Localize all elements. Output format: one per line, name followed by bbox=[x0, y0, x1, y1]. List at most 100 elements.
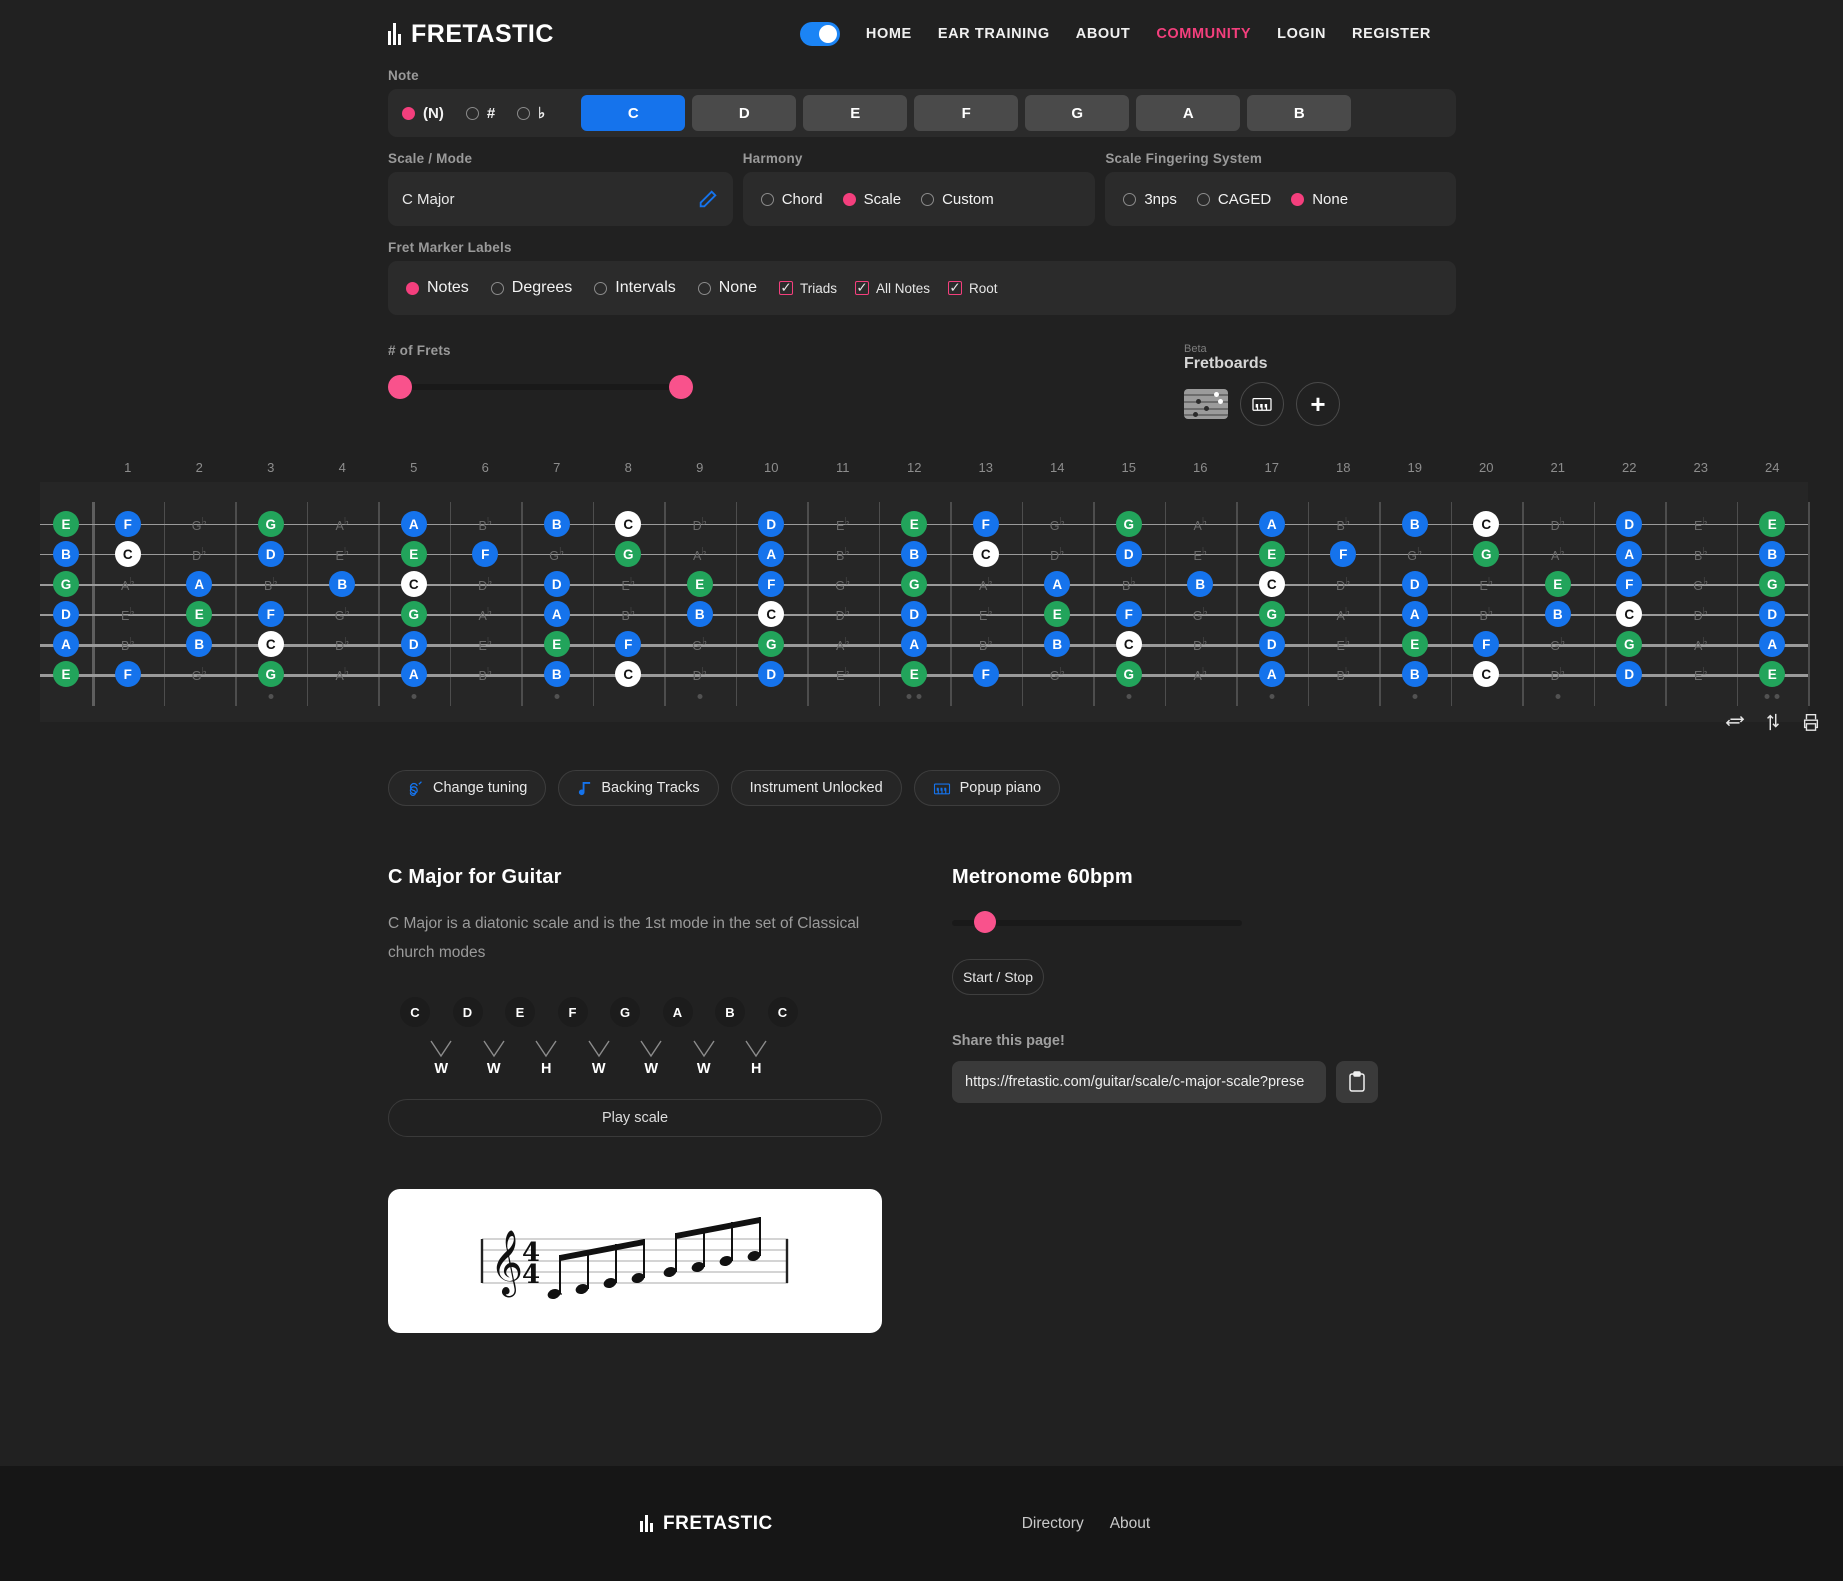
fret-note-ghost[interactable]: A♭ bbox=[693, 545, 707, 563]
open-string-marker[interactable]: G bbox=[53, 571, 79, 597]
fret-note-ghost[interactable]: A♭ bbox=[836, 635, 850, 653]
fret-note-marker[interactable]: E bbox=[901, 511, 928, 537]
fret-note-marker[interactable]: E bbox=[400, 541, 427, 567]
fret-note-marker[interactable]: D bbox=[758, 511, 785, 537]
fret-note-marker[interactable]: B bbox=[686, 601, 713, 627]
copy-link-button[interactable] bbox=[1336, 1061, 1378, 1103]
fret-note-marker[interactable]: C bbox=[758, 601, 785, 627]
share-url-input[interactable] bbox=[952, 1061, 1326, 1103]
fret-note-marker[interactable]: F bbox=[257, 601, 284, 627]
fret-note-ghost[interactable]: G♭ bbox=[1693, 575, 1708, 593]
frets-range-slider[interactable] bbox=[388, 374, 693, 400]
fingering-3nps[interactable]: 3nps bbox=[1123, 191, 1177, 208]
footer-link-directory[interactable]: Directory bbox=[1022, 1515, 1084, 1533]
fret-note-marker[interactable]: D bbox=[1115, 541, 1142, 567]
fret-note-marker[interactable]: B bbox=[543, 661, 570, 687]
scale-note[interactable]: E bbox=[505, 997, 535, 1027]
fret-note-marker[interactable]: A bbox=[1616, 541, 1643, 567]
fret-note-marker[interactable]: F bbox=[472, 541, 499, 567]
fret-note-marker[interactable]: A bbox=[758, 541, 785, 567]
fret-note-ghost[interactable]: E♭ bbox=[621, 575, 635, 593]
fret-note-marker[interactable]: C bbox=[1473, 511, 1500, 537]
chip-backing-tracks[interactable]: Backing Tracks bbox=[558, 770, 719, 806]
fret-note-marker[interactable]: G bbox=[1258, 601, 1285, 627]
fret-note-marker[interactable]: C bbox=[1616, 601, 1643, 627]
chip-popup-piano[interactable]: Popup piano bbox=[913, 770, 1061, 806]
open-string-marker[interactable]: E bbox=[53, 511, 79, 537]
fret-note-marker[interactable]: F bbox=[1616, 571, 1643, 597]
fret-note-marker[interactable]: C bbox=[615, 661, 642, 687]
fret-note-marker[interactable]: D bbox=[901, 601, 928, 627]
nav-item-about[interactable]: ABOUT bbox=[1076, 26, 1131, 42]
fret-note-marker[interactable]: F bbox=[758, 571, 785, 597]
fret-note-marker[interactable]: A bbox=[543, 601, 570, 627]
fret-note-ghost[interactable]: G♭ bbox=[692, 635, 707, 653]
slider-knob[interactable] bbox=[974, 911, 996, 933]
fret-note-ghost[interactable]: A♭ bbox=[1193, 515, 1207, 533]
fret-note-marker[interactable]: A bbox=[1401, 601, 1428, 627]
harmony-chord[interactable]: Chord bbox=[760, 191, 823, 208]
nav-item-ear-training[interactable]: EAR TRAINING bbox=[938, 26, 1050, 42]
fret-note-ghost[interactable]: D♭ bbox=[335, 635, 349, 653]
nav-item-home[interactable]: HOME bbox=[866, 26, 912, 42]
note-button-g[interactable]: G bbox=[1025, 95, 1130, 131]
fret-note-marker[interactable]: A bbox=[901, 631, 928, 657]
fret-note-marker[interactable]: C bbox=[400, 571, 427, 597]
fret-note-marker[interactable]: B bbox=[186, 631, 213, 657]
fret-note-ghost[interactable]: B♭ bbox=[121, 635, 135, 653]
fret-note-marker[interactable]: C bbox=[114, 541, 141, 567]
fretboard-thumb-icon[interactable] bbox=[1184, 389, 1228, 419]
fret-note-ghost[interactable]: E♭ bbox=[121, 605, 135, 623]
fret-note-ghost[interactable]: A♭ bbox=[121, 575, 135, 593]
fret-note-marker[interactable]: B bbox=[1187, 571, 1214, 597]
fret-note-ghost[interactable]: D♭ bbox=[693, 665, 707, 683]
fret-note-ghost[interactable]: B♭ bbox=[1694, 545, 1708, 563]
scale-note[interactable]: D bbox=[452, 997, 483, 1027]
scale-note[interactable]: B bbox=[715, 997, 745, 1027]
brand-logo[interactable]: FRETASTIC bbox=[388, 20, 554, 49]
fret-note-ghost[interactable]: A♭ bbox=[335, 515, 349, 533]
fret-note-marker[interactable]: F bbox=[114, 661, 141, 687]
fret-note-marker[interactable]: E bbox=[1401, 631, 1428, 657]
note-button-d[interactable]: D bbox=[692, 95, 797, 131]
fret-note-ghost[interactable]: G♭ bbox=[192, 515, 207, 533]
fret-note-marker[interactable]: G bbox=[1616, 631, 1643, 657]
nav-item-community[interactable]: COMMUNITY bbox=[1156, 26, 1251, 42]
fret-note-marker[interactable]: B bbox=[1544, 601, 1571, 627]
fret-note-ghost[interactable]: G♭ bbox=[549, 545, 564, 563]
note-button-b[interactable]: B bbox=[1247, 95, 1352, 131]
fret-note-ghost[interactable]: B♭ bbox=[1479, 605, 1493, 623]
fret-note-ghost[interactable]: E♭ bbox=[1479, 575, 1493, 593]
metronome-slider[interactable] bbox=[952, 911, 1242, 935]
accidental-natural[interactable]: (N) bbox=[402, 105, 444, 122]
fret-note-ghost[interactable]: A♭ bbox=[1193, 665, 1207, 683]
fret-note-marker[interactable]: A bbox=[400, 511, 427, 537]
fret-note-marker[interactable]: C bbox=[1115, 631, 1142, 657]
fret-note-marker[interactable]: C bbox=[1258, 571, 1285, 597]
fret-note-marker[interactable]: F bbox=[615, 631, 642, 657]
fret-note-marker[interactable]: A bbox=[186, 571, 213, 597]
fret-note-marker[interactable]: E bbox=[1544, 571, 1571, 597]
scale-note[interactable]: G bbox=[610, 997, 640, 1027]
fret-note-ghost[interactable]: G♭ bbox=[835, 575, 850, 593]
fret-note-marker[interactable]: G bbox=[400, 601, 427, 627]
fret-note-marker[interactable]: C bbox=[972, 541, 999, 567]
note-button-c[interactable]: C bbox=[581, 95, 686, 131]
fret-note-marker[interactable]: G bbox=[1115, 511, 1142, 537]
fret-note-ghost[interactable]: D♭ bbox=[1551, 515, 1565, 533]
fret-note-marker[interactable]: G bbox=[257, 661, 284, 687]
fret-note-ghost[interactable]: B♭ bbox=[478, 515, 492, 533]
fret-note-ghost[interactable]: B♭ bbox=[1336, 515, 1350, 533]
fret-note-marker[interactable]: F bbox=[1330, 541, 1357, 567]
fretboard-diagram[interactable]: E F G♭ G A♭ A B♭ B C D♭ D E♭ E F G♭ G A♭ A B♭ B C D♭ D E♭ E B C D♭ D… bbox=[40, 482, 1810, 722]
scale-note[interactable]: C bbox=[767, 997, 798, 1027]
theme-toggle[interactable] bbox=[799, 22, 840, 46]
fret-note-marker[interactable]: G bbox=[758, 631, 785, 657]
open-string-marker[interactable]: D bbox=[53, 601, 79, 627]
play-scale-button[interactable]: Play scale bbox=[388, 1099, 882, 1137]
fret-note-ghost[interactable]: B♭ bbox=[1122, 575, 1136, 593]
fret-note-marker[interactable]: B bbox=[1401, 511, 1428, 537]
accidental-sharp[interactable]: # bbox=[465, 105, 495, 122]
fret-note-ghost[interactable]: D♭ bbox=[478, 575, 492, 593]
scale-note[interactable]: C bbox=[400, 997, 430, 1027]
